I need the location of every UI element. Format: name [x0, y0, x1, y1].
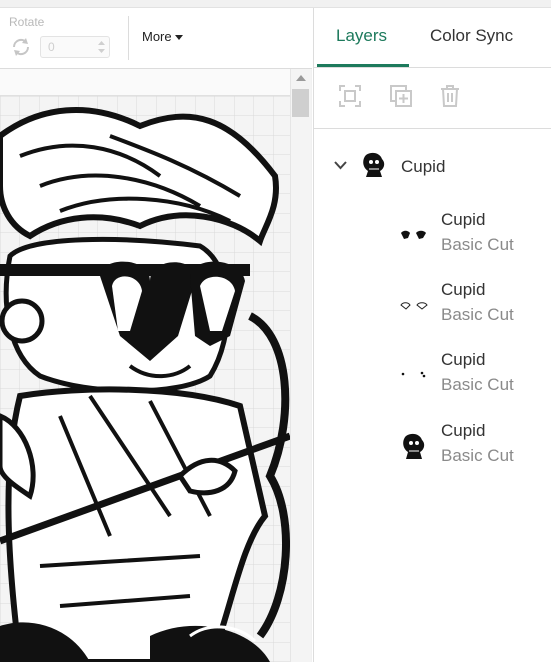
rotate-value: 0: [48, 40, 55, 54]
layer-type: Basic Cut: [441, 375, 514, 394]
layer-name: Cupid: [441, 280, 486, 299]
layer-name: Cupid: [441, 421, 486, 440]
toolbar-divider: [128, 16, 129, 60]
design-canvas[interactable]: [0, 69, 312, 662]
scroll-thumb[interactable]: [292, 89, 309, 117]
layer-row[interactable]: Cupid Basic Cut: [314, 278, 551, 340]
layer-thumbnail: [400, 302, 428, 310]
window-top-strip: [0, 0, 551, 8]
tab-layers[interactable]: Layers: [336, 26, 387, 46]
layer-thumbnail: [401, 230, 426, 239]
layer-group-row[interactable]: Cupid: [314, 146, 551, 186]
cupid-artwork[interactable]: [0, 96, 290, 662]
rotate-label: Rotate: [9, 15, 45, 29]
layer-name: Cupid: [441, 350, 486, 369]
chevron-down-icon[interactable]: [334, 158, 347, 171]
chevron-down-icon: [174, 35, 183, 41]
group-name: Cupid: [401, 157, 446, 176]
layer-row[interactable]: Cupid Basic Cut: [314, 208, 551, 270]
layer-row[interactable]: Cupid Basic Cut: [314, 348, 551, 410]
layer-type: Basic Cut: [441, 446, 514, 465]
duplicate-icon[interactable]: [389, 84, 413, 108]
layer-row[interactable]: Cupid Basic Cut: [314, 419, 551, 481]
more-button[interactable]: More: [142, 29, 183, 44]
edit-toolbar: Rotate 0 More: [0, 8, 312, 69]
layer-name: Cupid: [441, 210, 486, 229]
scroll-up-arrow-icon[interactable]: [296, 75, 306, 81]
layers-panel: Layers Color Sync Cupid Cupid Basic Cut …: [313, 8, 551, 662]
group-icon[interactable]: [338, 84, 362, 108]
vertical-scrollbar[interactable]: [290, 69, 311, 662]
layer-thumbnail: [403, 433, 425, 459]
layer-thumbnail: [401, 371, 426, 378]
rotate-input[interactable]: 0: [40, 36, 110, 58]
more-label: More: [142, 29, 172, 44]
top-ruler: [0, 69, 290, 96]
layer-type: Basic Cut: [441, 305, 514, 324]
layer-toolbar: [314, 68, 551, 129]
group-thumbnail: [363, 152, 385, 177]
rotate-icon[interactable]: [10, 36, 32, 58]
layer-type: Basic Cut: [441, 235, 514, 254]
stepper-arrows-icon[interactable]: [97, 39, 106, 55]
tab-color-sync[interactable]: Color Sync: [430, 26, 513, 46]
delete-icon[interactable]: [438, 84, 462, 108]
